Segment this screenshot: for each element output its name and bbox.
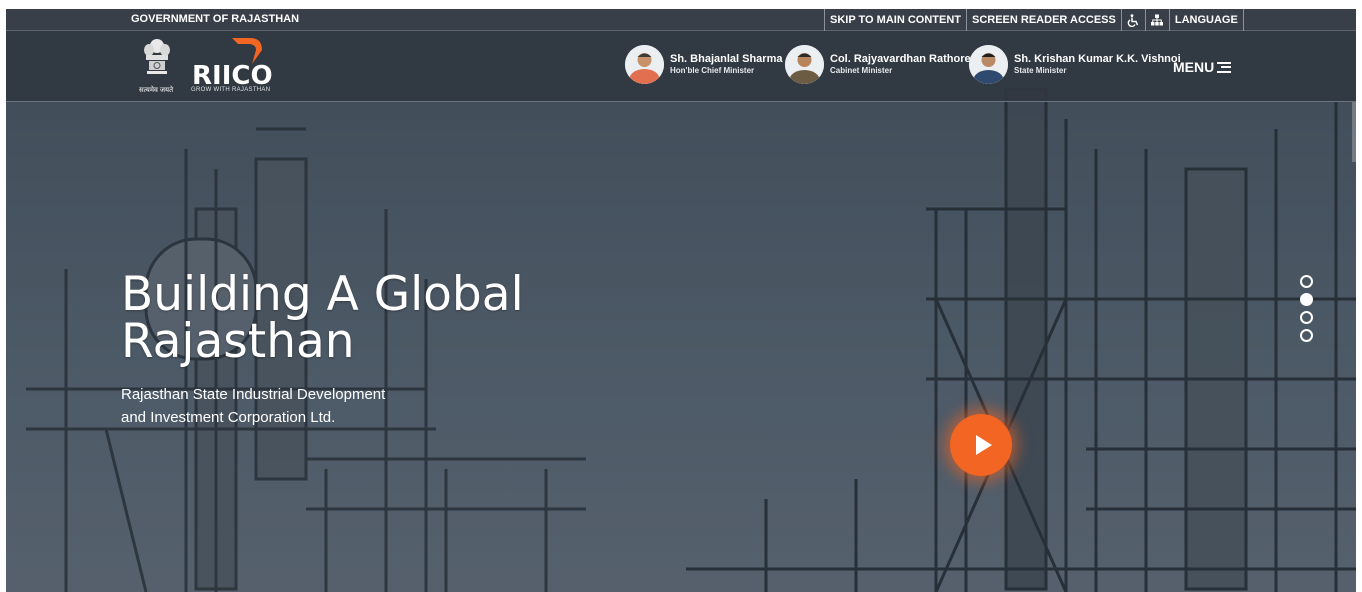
screen-reader-link[interactable]: SCREEN READER ACCESS: [966, 9, 1121, 31]
hamburger-icon: [1217, 61, 1232, 73]
site-header: RIICO सत्यमेव जयते GROW WITH RAJASTHAN S…: [6, 31, 1356, 102]
play-icon: [975, 435, 992, 455]
page-viewport: GOVERNMENT OF RAJASTHAN SKIP TO MAIN CON…: [6, 9, 1356, 592]
menu-label: MENU: [1173, 59, 1215, 75]
minister-name: Col. Rajyavardhan Rathore: [830, 52, 971, 65]
hero-subtitle: Rajasthan State Industrial Development a…: [121, 383, 385, 429]
scrollbar[interactable]: [1352, 102, 1356, 162]
minister-name: Sh. Bhajanlal Sharma: [670, 52, 783, 65]
minister-role: Hon'ble Chief Minister: [670, 65, 755, 75]
emblem-motto: सत्यमेव जयते: [139, 87, 174, 94]
slide-dot-active[interactable]: [1300, 293, 1313, 306]
minister-card[interactable]: Sh. Bhajanlal Sharma Hon'ble Chief Minis…: [625, 44, 782, 84]
slide-dot[interactable]: [1300, 311, 1313, 324]
hero-subtitle-line: and Investment Corporation Ltd.: [121, 409, 336, 426]
slider-pagination: [1300, 275, 1313, 342]
hero-title-line: Building A Global: [121, 267, 524, 322]
slide-dot[interactable]: [1300, 329, 1313, 342]
top-utility-bar: GOVERNMENT OF RAJASTHAN SKIP TO MAIN CON…: [6, 9, 1356, 31]
avatar: [785, 44, 824, 84]
minister-role: Cabinet Minister: [830, 65, 893, 75]
hero-title: Building A Global Rajasthan: [121, 271, 524, 365]
play-video-button[interactable]: [950, 414, 1012, 476]
logo-tagline: GROW WITH RAJASTHAN: [191, 87, 271, 93]
hero-subtitle-line: Rajasthan State Industrial Development: [121, 386, 386, 403]
sitemap-icon[interactable]: [1144, 9, 1169, 31]
minister-card[interactable]: Sh. Krishan Kumar K.K. Vishnoi State Min…: [969, 44, 1181, 84]
minister-card[interactable]: Col. Rajyavardhan Rathore Cabinet Minist…: [785, 44, 971, 84]
utility-links: SKIP TO MAIN CONTENT SCREEN READER ACCES…: [824, 9, 1244, 31]
avatar: [625, 44, 664, 84]
minister-role: State Minister: [1014, 65, 1067, 75]
menu-button[interactable]: MENU: [1173, 59, 1232, 75]
slide-dot[interactable]: [1300, 275, 1313, 288]
wheelchair-icon[interactable]: [1120, 9, 1145, 31]
government-label: GOVERNMENT OF RAJASTHAN: [131, 13, 300, 25]
skip-to-main-link[interactable]: SKIP TO MAIN CONTENT: [824, 9, 966, 31]
minister-name: Sh. Krishan Kumar K.K. Vishnoi: [1014, 52, 1181, 65]
hero-title-line: Rajasthan: [121, 314, 355, 369]
state-emblem-icon: [140, 37, 174, 81]
language-selector[interactable]: LANGUAGE: [1168, 9, 1244, 31]
avatar: [969, 44, 1008, 84]
